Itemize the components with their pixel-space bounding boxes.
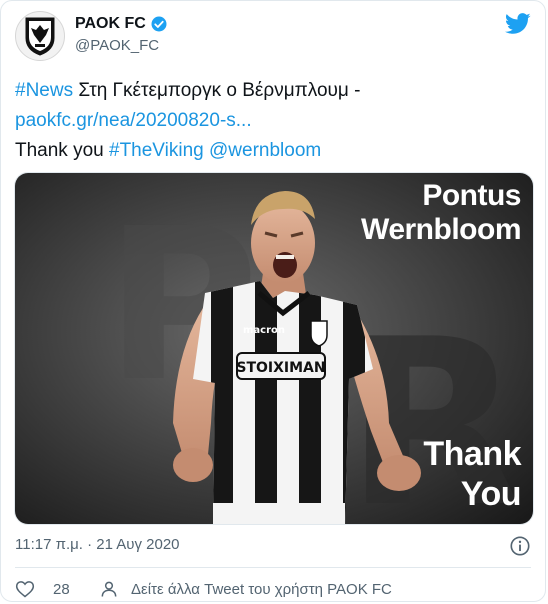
shirt-sponsor: STOIXIMAN xyxy=(236,360,325,376)
profile-icon xyxy=(101,581,117,597)
tweet-actions: 28 Δείτε άλλα Tweet του χρήστη PAOK FC xyxy=(15,579,531,601)
hashtag-theviking-link[interactable]: #TheViking xyxy=(109,140,204,161)
thank-you-line-1: Thank xyxy=(423,435,521,473)
tweet-text: #News Στη Γκέτεμποργκ ο Βέρνμπλουμ - pao… xyxy=(15,76,531,166)
mention-wernbloom-link[interactable]: @wernbloom xyxy=(204,140,321,161)
info-icon[interactable] xyxy=(509,535,531,557)
paok-crest-icon xyxy=(25,17,55,56)
heart-icon xyxy=(15,581,35,598)
avatar[interactable] xyxy=(15,11,65,61)
like-button[interactable]: 28 xyxy=(15,579,70,599)
player-name-line-1: Pontus xyxy=(422,179,521,212)
see-more-label: Δείτε άλλα Tweet του χρήστη PAOK FC xyxy=(131,580,392,598)
account-handle[interactable]: @PAOK_FC xyxy=(75,37,168,54)
thank-you-line-2: You xyxy=(460,475,522,513)
tweet-line-2: paokfc.gr/nea/20200820-s... xyxy=(15,106,531,136)
like-count: 28 xyxy=(53,580,70,598)
account-names: PAOK FC @PAOK_FC xyxy=(75,15,168,54)
see-more-tweets-link[interactable]: Δείτε άλλα Tweet του χρήστη PAOK FC xyxy=(99,579,392,599)
twitter-bird-icon[interactable] xyxy=(505,13,531,35)
tweet-thanks-text: Thank you xyxy=(15,140,109,161)
tweet-media-image[interactable]: P R STOIXIMAN macron Pontus Wernbloom Th… xyxy=(14,172,534,525)
tweet-card: PAOK FC @PAOK_FC #News Στη Γκέτεμποργκ ο… xyxy=(0,0,546,602)
article-url-link[interactable]: paokfc.gr/nea/20200820-s... xyxy=(15,110,252,131)
divider xyxy=(15,567,531,568)
tweet-greek-text: Στη Γκέτεμποργκ ο Βέρνμπλουμ - xyxy=(73,80,361,101)
display-name-row[interactable]: PAOK FC xyxy=(75,15,168,33)
tweet-line-1: #News Στη Γκέτεμποργκ ο Βέρνμπλουμ - xyxy=(15,76,531,106)
hashtag-news-link[interactable]: #News xyxy=(15,80,73,101)
thank-you-overlay: Thank You xyxy=(423,434,521,514)
player-name-overlay: Pontus Wernbloom xyxy=(361,179,521,247)
player-name-line-2: Wernbloom xyxy=(361,213,521,246)
verified-badge-icon xyxy=(151,16,167,32)
display-name: PAOK FC xyxy=(75,15,146,32)
tweet-timestamp[interactable]: 11:17 π.μ. · 21 Αυγ 2020 xyxy=(15,536,180,553)
shirt-brand: macron xyxy=(243,325,285,336)
tweet-header: PAOK FC @PAOK_FC xyxy=(15,11,531,63)
tweet-line-3: Thank you #TheViking @wernbloom xyxy=(15,136,531,166)
